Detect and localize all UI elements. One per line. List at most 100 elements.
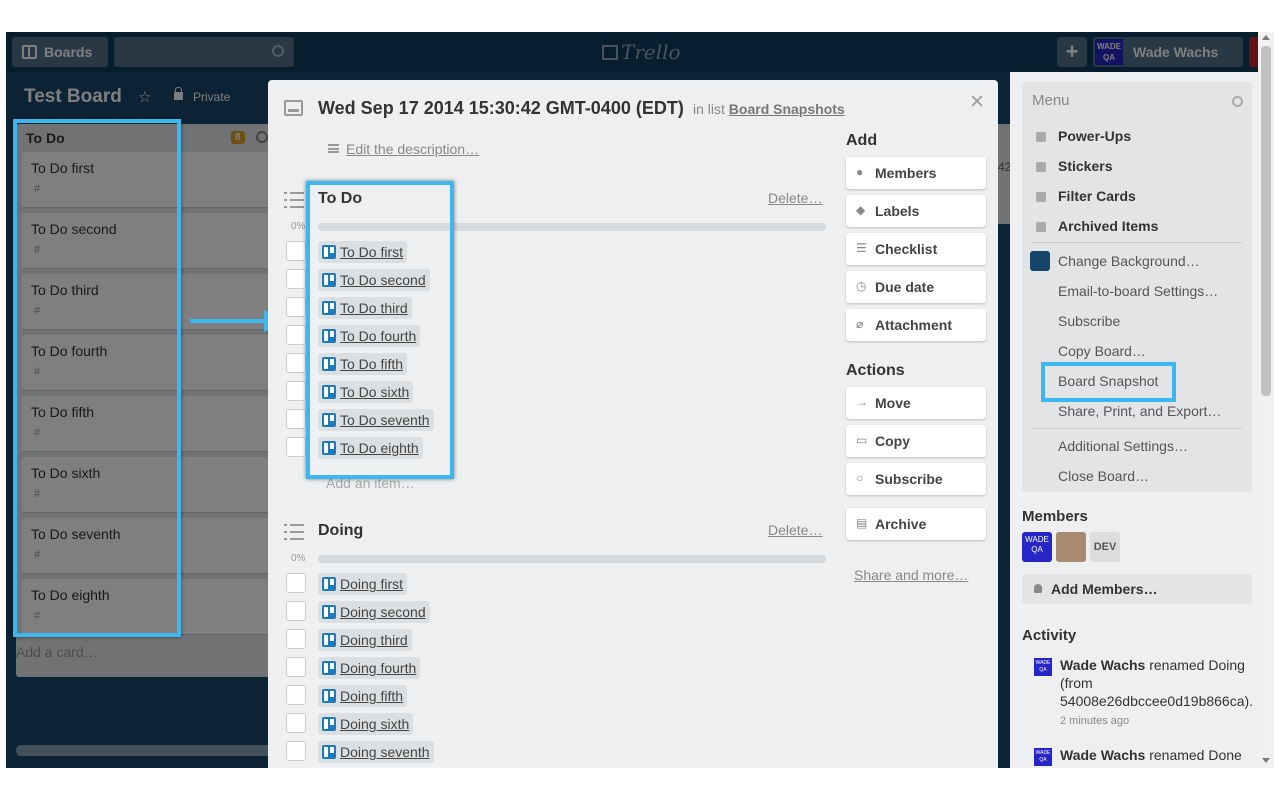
actions-heading: Actions [846, 362, 905, 379]
checkbox[interactable] [286, 741, 306, 761]
add-members-button[interactable]: Add Members… [1022, 574, 1252, 604]
checkbox[interactable] [286, 241, 306, 261]
copy-button[interactable]: ▭ Copy [846, 425, 986, 457]
checkbox[interactable] [286, 437, 306, 457]
scrollbar-thumb[interactable] [1261, 46, 1271, 396]
checklist-delete-link[interactable]: Delete… [768, 522, 822, 538]
menu-item-archived-items[interactable]: Archived Items [1058, 218, 1158, 234]
card-link-chip[interactable]: Doing fourth [318, 657, 421, 679]
menu-item-subscribe[interactable]: Subscribe [1058, 313, 1120, 329]
page-vertical-scrollbar[interactable] [1258, 32, 1274, 768]
highlight-callout-board-snapshot [1041, 362, 1176, 402]
card-link-chip[interactable]: Doing sixth [318, 713, 414, 735]
archive-icon: ▤ [856, 516, 868, 530]
trello-card-icon [322, 605, 336, 619]
card-link-chip[interactable]: Doing second [318, 601, 430, 623]
arrow-right-icon: → [856, 395, 868, 409]
card-link-chip[interactable]: Doing seventh [318, 741, 434, 763]
menu-item-change-background[interactable]: Change Background… [1058, 253, 1200, 269]
card-title-heading[interactable]: Wed Sep 17 2014 15:30:42 GMT-0400 (EDT) [318, 98, 684, 119]
avatar[interactable]: WADE QA [1034, 658, 1052, 676]
avatar[interactable]: WADE QA [1034, 748, 1052, 766]
checklist-progress-bar [318, 555, 826, 563]
menu-divider [1032, 428, 1242, 429]
card-icon: ▭ [856, 433, 868, 447]
activity-user[interactable]: Wade Wachs [1060, 747, 1145, 763]
button-label: Due date [875, 279, 935, 295]
close-icon[interactable]: × [970, 88, 984, 116]
archive-icon [1036, 222, 1046, 232]
checkbox[interactable] [286, 409, 306, 429]
checklist-icon [284, 524, 304, 540]
eye-icon: ○ [856, 471, 864, 485]
avatar[interactable] [1056, 532, 1086, 562]
in-list-text: in list Board Snapshots [693, 101, 845, 117]
checkbox[interactable] [286, 685, 306, 705]
card-link-chip[interactable]: Doing third [318, 629, 412, 651]
activity-heading: Activity [1022, 627, 1077, 644]
activity-user[interactable]: Wade Wachs [1060, 657, 1145, 673]
menu-item-stickers[interactable]: Stickers [1058, 158, 1112, 174]
button-label: Members [875, 165, 937, 181]
card-link-chip[interactable]: Doing fifth [318, 685, 408, 707]
description-icon [328, 144, 339, 153]
checklist-item-label: Doing second [340, 604, 426, 620]
menu-item-email-settings[interactable]: Email-to-board Settings… [1058, 283, 1218, 299]
share-and-more-link[interactable]: Share and more… [854, 567, 968, 583]
checklist-title[interactable]: Doing [318, 522, 363, 540]
checkbox[interactable] [286, 353, 306, 373]
subscribe-button[interactable]: ○ Subscribe [846, 463, 986, 495]
activity-time[interactable]: 2 minutes ago [1060, 715, 1129, 727]
button-label: Move [875, 395, 911, 411]
checklist-item-label: Doing first [340, 576, 404, 592]
card-detail-modal: Wed Sep 17 2014 15:30:42 GMT-0400 (EDT) … [268, 80, 998, 768]
edit-description-link[interactable]: Edit the description… [346, 141, 479, 157]
avatar[interactable]: DEV [1090, 532, 1120, 562]
checkbox[interactable] [286, 657, 306, 677]
menu-item-share-print-export[interactable]: Share, Print, and Export… [1058, 403, 1221, 419]
checklist-item-label: Doing seventh [340, 744, 430, 760]
archive-button[interactable]: ▤ Archive [846, 508, 986, 540]
move-button[interactable]: → Move [846, 387, 986, 419]
menu-item-copy-board[interactable]: Copy Board… [1058, 343, 1146, 359]
menu-item-filter-cards[interactable]: Filter Cards [1058, 188, 1136, 204]
person-icon: ● [856, 165, 864, 179]
checklist-button[interactable]: ☰ Checklist [846, 233, 986, 265]
menu-item-close-board[interactable]: Close Board… [1058, 468, 1149, 484]
sidebar-content: Menu Power-Ups Stickers Filter Cards Arc… [1010, 72, 1262, 768]
button-label: Subscribe [875, 471, 943, 487]
checkbox[interactable] [286, 325, 306, 345]
list-link[interactable]: Board Snapshots [729, 101, 845, 117]
card-link-chip[interactable]: Doing first [318, 573, 408, 595]
button-label: Archive [875, 516, 927, 532]
trello-card-icon [322, 661, 336, 675]
checkbox[interactable] [286, 381, 306, 401]
members-button[interactable]: ● Members [846, 157, 986, 189]
stickers-icon [1036, 162, 1046, 172]
labels-button[interactable]: ◆ Labels [846, 195, 986, 227]
checkbox[interactable] [286, 713, 306, 733]
highlight-callout-list [13, 119, 181, 637]
menu-panel: Menu Power-Ups Stickers Filter Cards Arc… [1022, 82, 1252, 492]
checkbox[interactable] [286, 629, 306, 649]
checkbox[interactable] [286, 269, 306, 289]
add-heading: Add [846, 132, 878, 149]
activity-description: renamed Done [1149, 747, 1242, 763]
checkbox[interactable] [286, 601, 306, 621]
avatar[interactable]: WADE QA [1022, 532, 1052, 562]
checkbox[interactable] [286, 573, 306, 593]
checklist-icon [284, 192, 304, 208]
checklist-item-label: Doing fifth [340, 688, 404, 704]
menu-options-icon[interactable] [1232, 96, 1243, 107]
button-label: Copy [875, 433, 910, 449]
menu-item-power-ups[interactable]: Power-Ups [1058, 128, 1131, 144]
checklist-delete-link[interactable]: Delete… [768, 190, 822, 206]
trello-card-icon [322, 633, 336, 647]
paperclip-icon: ⌀ [856, 317, 864, 331]
scroll-down-arrow-icon[interactable] [1262, 758, 1270, 763]
due-date-button[interactable]: ◷ Due date [846, 271, 986, 303]
scroll-up-arrow-icon[interactable] [1262, 35, 1270, 40]
attachment-button[interactable]: ⌀ Attachment [846, 309, 986, 341]
menu-item-additional-settings[interactable]: Additional Settings… [1058, 438, 1188, 454]
checkbox[interactable] [286, 297, 306, 317]
